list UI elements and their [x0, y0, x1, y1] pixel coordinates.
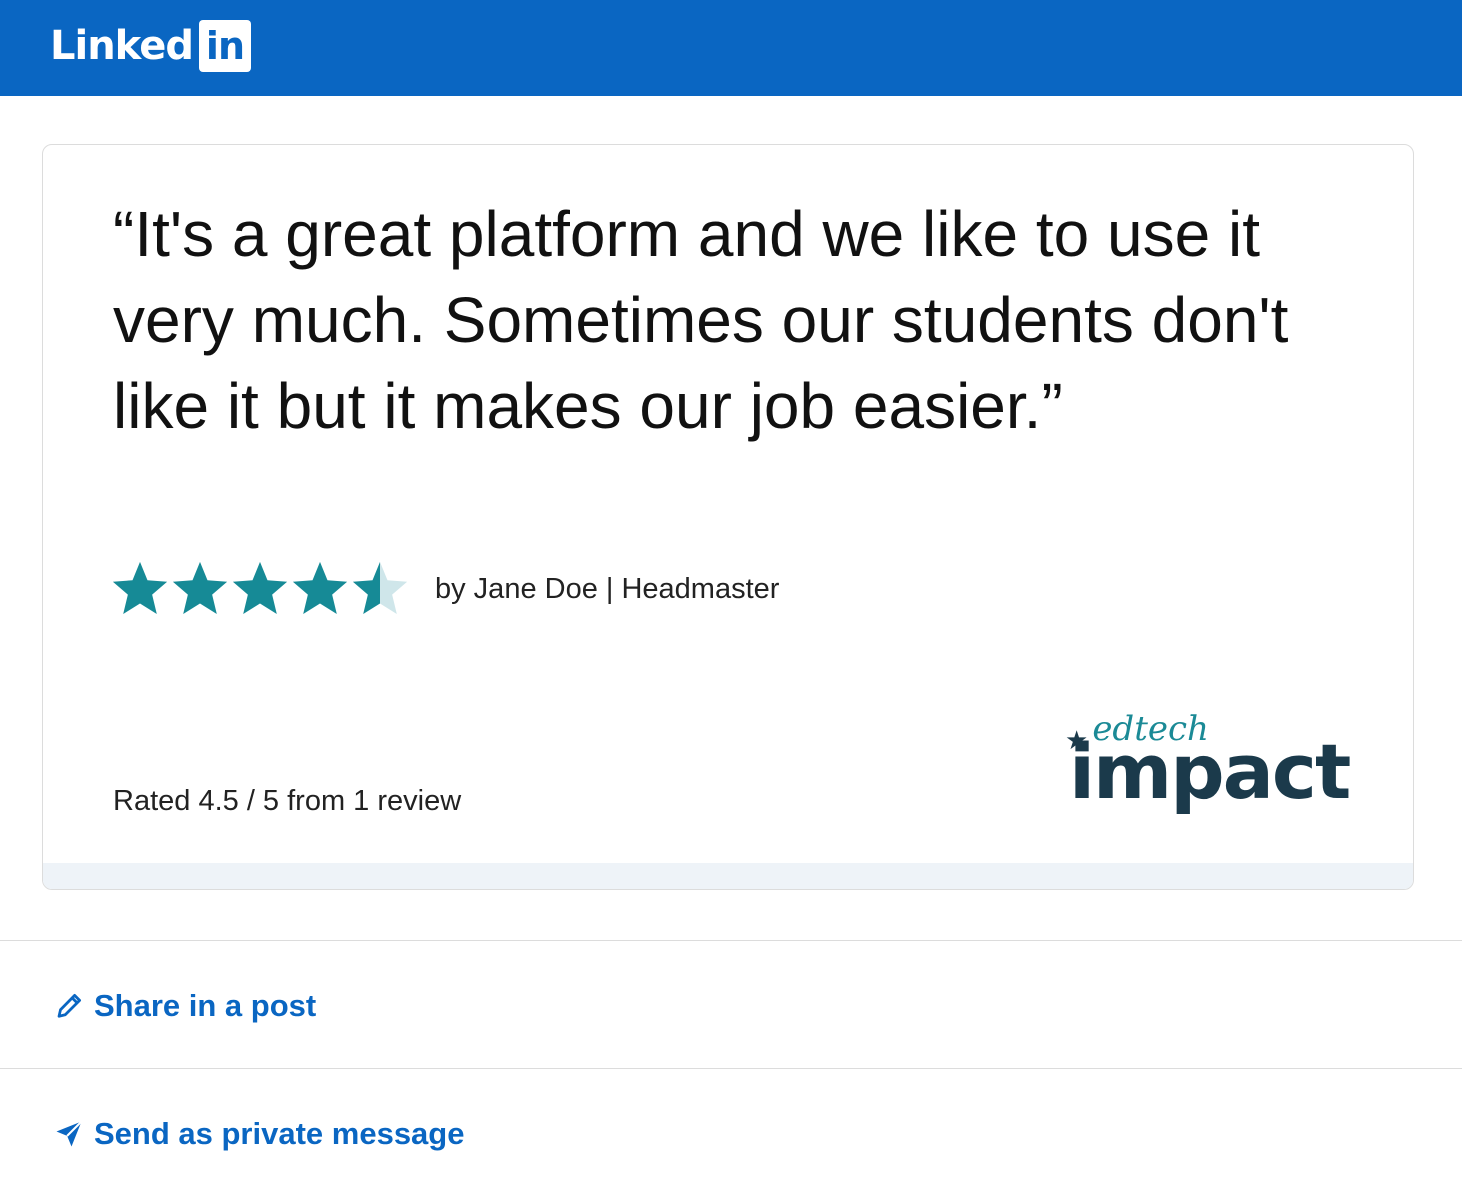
- pencil-icon: [57, 994, 81, 1018]
- linkedin-logo[interactable]: Linked in: [50, 20, 251, 72]
- star-icon: [352, 561, 408, 615]
- rated-summary: Rated 4.5 / 5 from 1 review: [113, 785, 462, 817]
- star-icon: [232, 561, 288, 615]
- logo-in-box: in: [198, 20, 251, 72]
- send-private-message-label: Send as private message: [94, 1116, 465, 1151]
- share-in-post-label: Share in a post: [94, 988, 317, 1023]
- send-private-message-button[interactable]: Send as private message: [54, 1114, 464, 1154]
- share-in-post-button[interactable]: Share in a post: [54, 986, 316, 1026]
- star-icon: [172, 561, 228, 615]
- review-card[interactable]: “It's a great platform and we like to us…: [42, 144, 1414, 890]
- rating-row: by Jane Doe | Headmaster: [109, 557, 779, 621]
- card-footer-strip: [43, 863, 1413, 889]
- logo-word: Linked: [50, 23, 194, 69]
- review-byline: by Jane Doe | Headmaster: [435, 572, 780, 605]
- star-rating: [109, 558, 409, 620]
- review-quote: “It's a great platform and we like to us…: [113, 198, 1289, 442]
- top-bar: Linked in: [0, 0, 1462, 96]
- brand-main-text: impact: [1069, 727, 1351, 816]
- star-icon: [292, 561, 348, 615]
- star-icon: [112, 561, 168, 615]
- divider: [0, 1068, 1462, 1069]
- divider: [0, 940, 1462, 941]
- paper-plane-icon: [56, 1120, 83, 1147]
- edtech-impact-logo: ★ edtech impact: [1065, 701, 1355, 831]
